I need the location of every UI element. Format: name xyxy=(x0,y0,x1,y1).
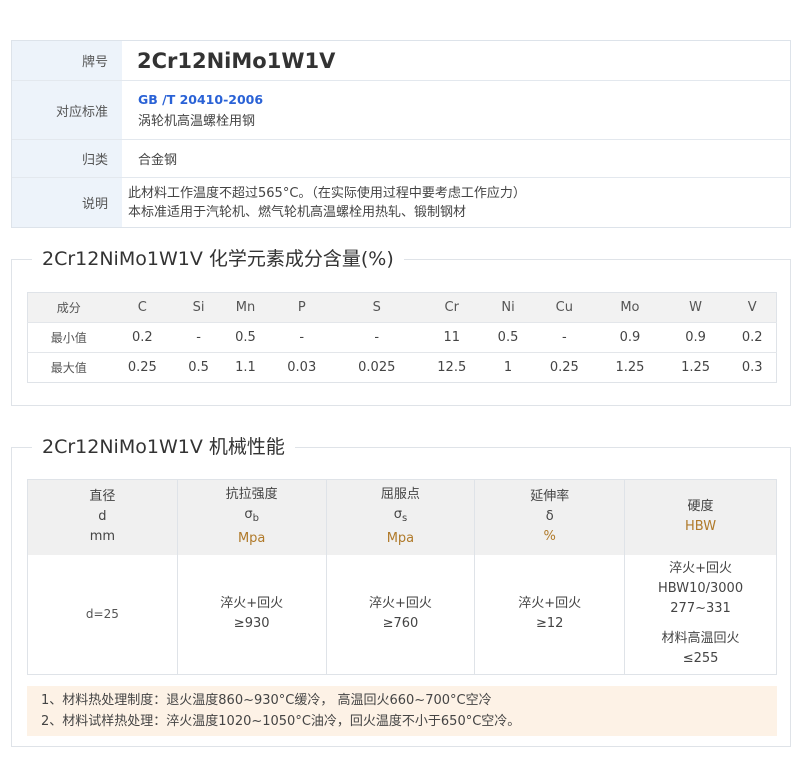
description-value: 此材料工作温度不超过565°C。（在实际使用过程中要考虑工作应力） 本标准适用于… xyxy=(122,178,790,227)
table-header-cell: V xyxy=(728,292,777,323)
category-row: 归类 合金钢 xyxy=(12,139,790,177)
grade-label: 牌号 xyxy=(12,41,122,80)
table-cell: 0.5 xyxy=(222,322,269,353)
table-header-cell: S xyxy=(334,292,419,323)
table-cell: 0.3 xyxy=(728,352,777,383)
description-line-2: 本标准适用于汽轮机、燃气轮机高温螺栓用热轧、锻制钢材 xyxy=(128,204,467,220)
diameter-header: 直径 d mm xyxy=(27,479,178,555)
table-header-cell: Ni xyxy=(484,292,532,323)
table-header-row: 成分 C Si Mn P S Cr Ni Cu Mo W V xyxy=(27,292,777,323)
tensile-strength-cell: 淬火+回火 ≥930 xyxy=(176,554,327,675)
diameter-cell: d=25 xyxy=(85,607,119,622)
table-cell: - xyxy=(531,322,598,353)
mechanical-properties-section: 2Cr12NiMo1W1V 机械性能 直径 d mm 抗拉强度 σb Mpa 屈… xyxy=(11,434,791,747)
table-cell: 0.5 xyxy=(175,352,223,383)
table-cell: 0.9 xyxy=(597,322,663,353)
standard-code-link[interactable]: GB /T 20410-2006 xyxy=(138,92,790,107)
table-header-cell: Cr xyxy=(418,292,485,323)
note-line-1: 1、材料热处理制度：退火温度860~930°C缓冷， 高温回火660~700°C… xyxy=(41,693,492,708)
table-cell: 0.2 xyxy=(109,322,176,353)
standard-value: GB /T 20410-2006 涡轮机高温螺栓用钢 xyxy=(122,81,790,139)
hardness-cell: 淬火+回火 HBW10/3000 277~331 材料高温回火 ≤255 xyxy=(624,554,777,675)
description-line-1: 此材料工作温度不超过565°C。（在实际使用过程中要考虑工作应力） xyxy=(128,185,526,201)
table-cell: 最小值 xyxy=(27,322,110,353)
material-info-table: 牌号 2Cr12NiMo1W1V 对应标准 GB /T 20410-2006 涡… xyxy=(11,40,791,228)
category-label: 归类 xyxy=(12,140,122,177)
table-cell: 12.5 xyxy=(418,352,485,383)
elongation-header: 延伸率 δ % xyxy=(474,479,625,555)
table-cell: - xyxy=(334,322,419,353)
standard-name: 涡轮机高温螺栓用钢 xyxy=(138,113,256,129)
table-row-max: 最大值 0.25 0.5 1.1 0.03 0.025 12.5 1 0.25 … xyxy=(27,352,777,383)
yield-point-cell: 淬火+回火 ≥760 xyxy=(325,554,475,675)
table-header-cell: Mo xyxy=(597,292,663,323)
chemical-composition-title: 2Cr12NiMo1W1V 化学元素成分含量(%) xyxy=(32,246,404,272)
description-row: 说明 此材料工作温度不超过565°C。（在实际使用过程中要考虑工作应力） 本标准… xyxy=(12,177,790,227)
table-cell: 0.25 xyxy=(109,352,176,383)
table-cell: 最大值 xyxy=(27,352,110,383)
table-header-cell: Si xyxy=(175,292,223,323)
table-header-cell: W xyxy=(662,292,729,323)
table-cell: 0.5 xyxy=(484,322,532,353)
grade-row: 牌号 2Cr12NiMo1W1V xyxy=(12,41,790,80)
mechanical-properties-title: 2Cr12NiMo1W1V 机械性能 xyxy=(32,434,295,460)
table-header-cell: Mn xyxy=(222,292,269,323)
table-cell: 0.9 xyxy=(662,322,729,353)
grade-value: 2Cr12NiMo1W1V xyxy=(137,48,336,73)
table-cell: 11 xyxy=(418,322,485,353)
table-header-cell: P xyxy=(268,292,335,323)
yield-point-header: 屈服点 σs Mpa xyxy=(325,479,475,555)
table-header-cell: 成分 xyxy=(27,292,110,323)
standard-row: 对应标准 GB /T 20410-2006 涡轮机高温螺栓用钢 xyxy=(12,80,790,139)
table-cell: - xyxy=(175,322,223,353)
mechanical-properties-table: 直径 d mm 抗拉强度 σb Mpa 屈服点 σs Mpa 延伸率 δ % 硬… xyxy=(27,479,777,675)
table-cell: 0.25 xyxy=(531,352,598,383)
table-cell: 1.25 xyxy=(597,352,663,383)
note-line-2: 2、材料试样热处理：淬火温度1020~1050°C油冷，回火温度不小于650°C… xyxy=(41,714,521,729)
heat-treatment-notes: 1、材料热处理制度：退火温度860~930°C缓冷， 高温回火660~700°C… xyxy=(27,686,777,736)
table-cell: - xyxy=(268,322,335,353)
table-header-row: 直径 d mm 抗拉强度 σb Mpa 屈服点 σs Mpa 延伸率 δ % 硬… xyxy=(27,479,777,555)
category-value: 合金钢 xyxy=(138,153,178,168)
tensile-strength-header: 抗拉强度 σb Mpa xyxy=(176,479,327,555)
description-label: 说明 xyxy=(12,178,122,227)
table-cell: 0.03 xyxy=(268,352,335,383)
table-cell: 1.1 xyxy=(222,352,269,383)
chemical-composition-section: 2Cr12NiMo1W1V 化学元素成分含量(%) 成分 C Si Mn P S… xyxy=(11,246,791,406)
table-cell: 0.2 xyxy=(728,322,777,353)
hardness-header: 硬度 HBW xyxy=(624,479,777,555)
elongation-cell: 淬火+回火 ≥12 xyxy=(474,554,625,675)
table-cell: 1 xyxy=(484,352,532,383)
table-cell: 1.25 xyxy=(662,352,729,383)
table-row-min: 最小值 0.2 - 0.5 - - 11 0.5 - 0.9 0.9 0.2 xyxy=(27,322,777,353)
chemical-composition-table: 成分 C Si Mn P S Cr Ni Cu Mo W V 最小值 0.2 -… xyxy=(27,292,777,383)
table-row: d=25 淬火+回火 ≥930 淬火+回火 ≥760 淬火+回火 ≥12 淬火+… xyxy=(28,554,777,675)
table-header-cell: Cu xyxy=(531,292,598,323)
table-cell: 0.025 xyxy=(334,352,419,383)
standard-label: 对应标准 xyxy=(12,81,122,139)
table-header-cell: C xyxy=(109,292,176,323)
